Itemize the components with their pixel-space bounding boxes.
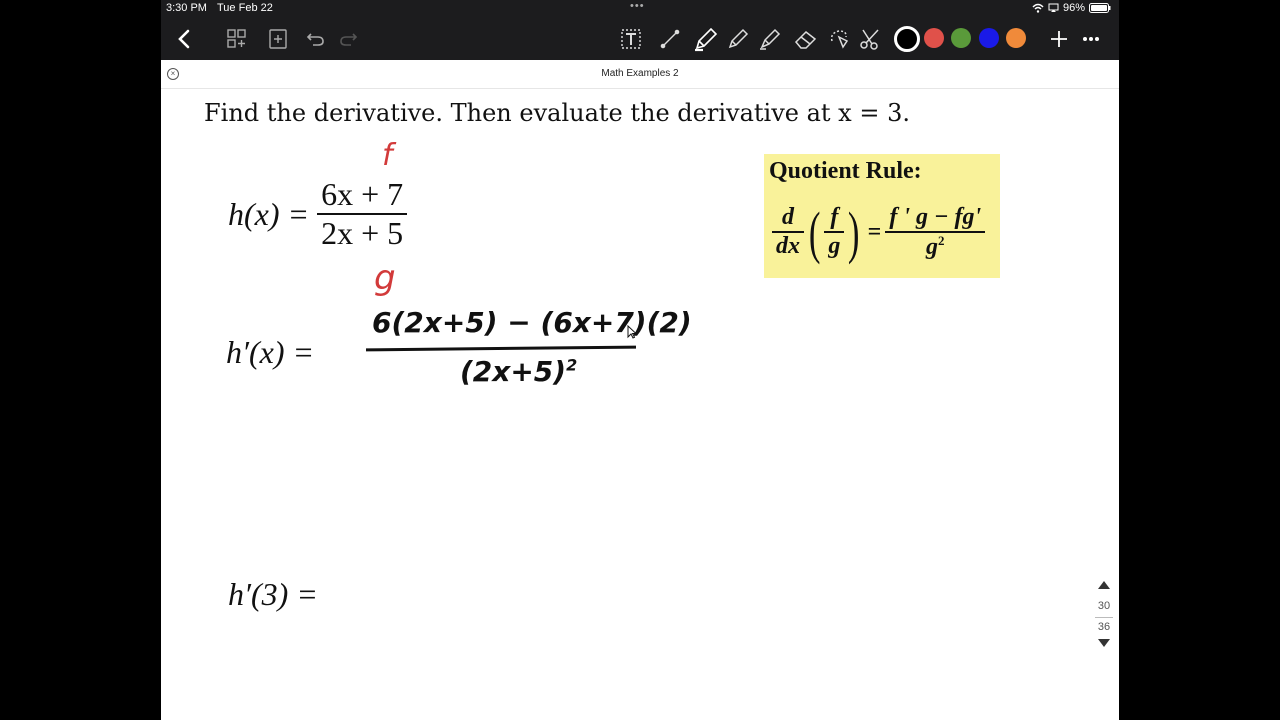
wifi-icon bbox=[1032, 3, 1044, 13]
current-page-number: 30 bbox=[1097, 600, 1111, 612]
status-time: 3:30 PM bbox=[166, 2, 207, 14]
highlighter-icon[interactable] bbox=[755, 24, 785, 54]
qr-derivative-operator: d dx bbox=[772, 204, 804, 260]
qr-f: f bbox=[830, 204, 839, 230]
function-denominator: 2x + 5 bbox=[321, 215, 404, 251]
status-bar: 3:30 PM Tue Feb 22 ••• 96% bbox=[161, 0, 1119, 18]
more-icon[interactable] bbox=[1076, 24, 1106, 54]
add-page-icon[interactable] bbox=[263, 24, 293, 54]
document-title: Math Examples 2 bbox=[601, 68, 679, 79]
pencil-icon[interactable] bbox=[723, 24, 753, 54]
page-up-icon[interactable] bbox=[1089, 580, 1119, 593]
evaluation-lhs: h′(3) = bbox=[228, 576, 318, 612]
derivative-denominator-base: (2x+5) bbox=[460, 355, 567, 388]
qr-rhs-numerator: f ' g − fg' bbox=[889, 203, 982, 230]
status-date: Tue Feb 22 bbox=[217, 2, 273, 14]
qr-dx: dx bbox=[776, 233, 800, 259]
quotient-rule-box: Quotient Rule: d dx ( f g ) = f ' g − fg… bbox=[764, 154, 1000, 278]
redo-icon[interactable] bbox=[333, 24, 363, 54]
function-lhs: h(x) = bbox=[228, 195, 310, 232]
color-black-swatch[interactable] bbox=[894, 26, 920, 52]
qr-d: d bbox=[782, 204, 794, 230]
back-chevron-icon[interactable] bbox=[169, 24, 199, 54]
color-orange-swatch[interactable] bbox=[1006, 28, 1026, 48]
qr-equals: = bbox=[867, 218, 882, 245]
page-grid-icon[interactable] bbox=[222, 24, 252, 54]
page-down-icon[interactable] bbox=[1089, 638, 1119, 651]
quotient-rule-formula: d dx ( f g ) = f ' g − fg' g2 bbox=[772, 194, 986, 270]
qr-rhs-denominator: g2 bbox=[922, 233, 949, 261]
handwritten-g-label: g bbox=[374, 258, 396, 298]
scissors-icon[interactable] bbox=[855, 24, 885, 54]
qr-g: g bbox=[828, 233, 841, 259]
qr-left-paren: ( bbox=[808, 199, 821, 265]
line-tool-icon[interactable] bbox=[655, 24, 685, 54]
function-numerator: 6x + 7 bbox=[321, 176, 404, 212]
qr-f-over-g: f g bbox=[824, 204, 845, 260]
qr-rhs-den-exp: 2 bbox=[938, 232, 945, 248]
derivative-numerator: 6(2x+5) − (6x+7)(2) bbox=[372, 306, 692, 339]
add-icon[interactable] bbox=[1044, 24, 1074, 54]
cursor-arrow-icon bbox=[627, 325, 637, 339]
derivative-fraction-bar bbox=[365, 345, 637, 352]
app-screen: 3:30 PM Tue Feb 22 ••• 96% × Math Exampl… bbox=[161, 0, 1119, 720]
qr-right-paren: ) bbox=[848, 199, 860, 265]
battery-percent: 96% bbox=[1062, 2, 1085, 14]
function-definition: h(x) = 6x + 7 2x + 5 bbox=[228, 176, 408, 252]
problem-prompt: Find the derivative. Then evaluate the d… bbox=[204, 99, 910, 127]
multitask-dots-icon[interactable]: ••• bbox=[630, 0, 645, 12]
color-red-swatch[interactable] bbox=[924, 28, 944, 48]
battery-icon bbox=[1089, 3, 1111, 13]
total-page-count: 36 bbox=[1097, 621, 1111, 633]
status-right: 96% bbox=[1032, 2, 1111, 14]
pager-divider bbox=[1095, 617, 1113, 618]
qr-rhs-den-base: g bbox=[926, 233, 939, 260]
eraser-icon[interactable] bbox=[791, 24, 821, 54]
derivative-denominator: (2x+5)2 bbox=[460, 355, 577, 388]
undo-icon[interactable] bbox=[301, 24, 331, 54]
handwritten-f-label: f bbox=[382, 138, 393, 173]
screen-mirror-icon bbox=[1048, 3, 1059, 12]
derivative-denominator-exponent: 2 bbox=[566, 355, 578, 375]
color-green-swatch[interactable] bbox=[951, 28, 971, 48]
derivative-lhs: h′(x) = bbox=[226, 334, 315, 370]
qr-rhs-fraction: f ' g − fg' g2 bbox=[885, 203, 986, 261]
quotient-rule-title: Quotient Rule: bbox=[769, 158, 922, 184]
pen-icon[interactable] bbox=[691, 24, 721, 54]
toolbar bbox=[161, 18, 1119, 60]
document-title-bar: × Math Examples 2 bbox=[161, 60, 1119, 89]
text-tool-icon[interactable] bbox=[616, 24, 646, 54]
color-blue-swatch[interactable] bbox=[979, 28, 999, 48]
lasso-icon[interactable] bbox=[824, 24, 854, 54]
function-fraction: 6x + 7 2x + 5 bbox=[317, 176, 408, 252]
